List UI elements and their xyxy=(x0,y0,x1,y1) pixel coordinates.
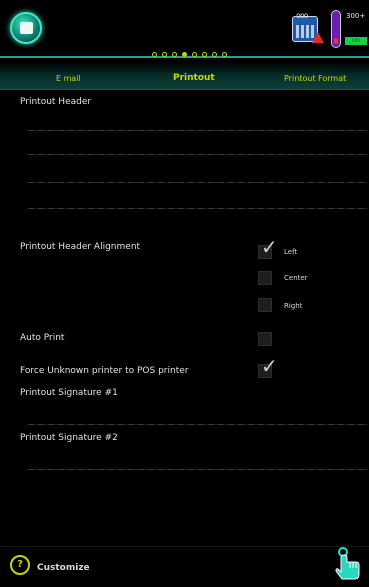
battery-level xyxy=(334,38,338,44)
printout-header-line-1[interactable] xyxy=(28,130,368,131)
logo-glyph xyxy=(20,22,33,34)
app-logo-icon[interactable] xyxy=(10,12,42,44)
page-dot[interactable] xyxy=(192,52,197,57)
signature-2-line[interactable] xyxy=(28,469,368,470)
align-center-checkbox[interactable] xyxy=(258,271,272,285)
alignment-label: Printout Header Alignment xyxy=(20,242,141,252)
signature-1-label: Printout Signature #1 xyxy=(20,388,118,398)
page-dot-active[interactable] xyxy=(182,52,187,57)
printout-header-label: Printout Header xyxy=(20,97,92,107)
align-left-label: Left xyxy=(284,248,298,256)
page-indicator xyxy=(152,52,227,60)
align-right-checkbox[interactable] xyxy=(258,298,272,312)
force-unknown-label: Force Unknown printer to POS printer xyxy=(20,366,189,376)
touch-hand-icon[interactable] xyxy=(333,546,363,582)
calendar-rings: ooo xyxy=(296,11,308,20)
printout-header-line-4[interactable] xyxy=(28,208,368,209)
align-right-label: Right xyxy=(284,302,303,310)
check-icon: ✓ xyxy=(261,235,278,259)
printout-header-line-3[interactable] xyxy=(28,182,368,183)
battery-count-label: 300+ xyxy=(346,12,366,20)
page-dot[interactable] xyxy=(202,52,207,57)
tab-bar: E mail Printout Printout Format xyxy=(0,62,369,90)
signature-1-line[interactable] xyxy=(28,424,368,425)
page-dot[interactable] xyxy=(162,52,167,57)
battery-icon xyxy=(331,10,341,48)
page-dot[interactable] xyxy=(222,52,227,57)
warning-icon xyxy=(312,32,324,43)
align-center-label: Center xyxy=(284,274,308,282)
help-icon[interactable]: ? xyxy=(10,555,30,575)
tab-email[interactable]: E mail xyxy=(56,74,81,83)
tab-printout[interactable]: Printout xyxy=(173,73,215,83)
page-dot[interactable] xyxy=(212,52,217,57)
page-dot[interactable] xyxy=(172,52,177,57)
signature-2-label: Printout Signature #2 xyxy=(20,433,118,443)
align-left-checkbox[interactable]: ✓ xyxy=(258,237,278,259)
auto-print-checkbox[interactable] xyxy=(258,332,272,346)
check-icon: ✓ xyxy=(261,354,278,378)
force-unknown-checkbox[interactable]: ✓ xyxy=(258,356,278,378)
page-dot[interactable] xyxy=(152,52,157,57)
printout-header-line-2[interactable] xyxy=(28,154,368,155)
tab-printout-format[interactable]: Printout Format xyxy=(284,74,346,83)
customize-button[interactable]: Customize xyxy=(37,563,90,573)
status-pill: ON xyxy=(345,37,367,45)
auto-print-label: Auto Print xyxy=(20,333,65,343)
